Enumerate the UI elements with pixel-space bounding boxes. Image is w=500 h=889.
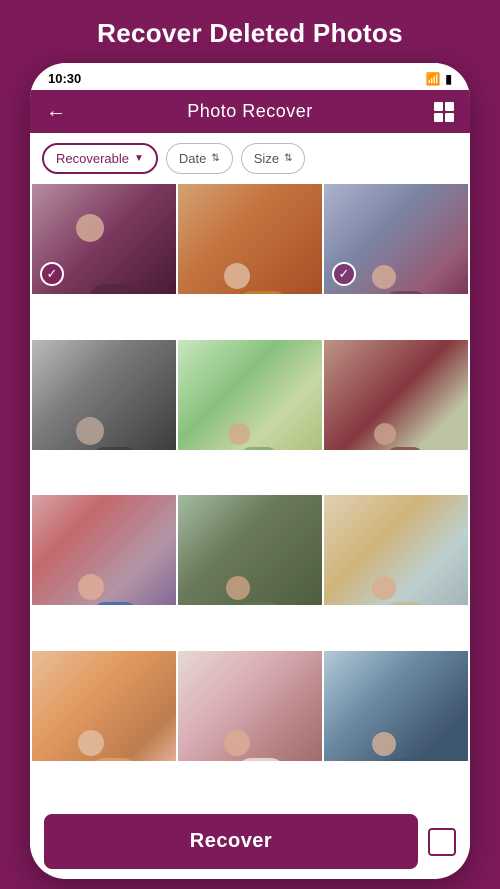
- date-filter[interactable]: Date ⇅: [166, 143, 233, 174]
- filter-bar: Recoverable ▼ Date ⇅ Size ⇅: [30, 133, 470, 184]
- status-time: 10:30: [48, 71, 81, 86]
- sort-icon: ⇅: [211, 153, 219, 164]
- photo-cell[interactable]: [32, 651, 176, 761]
- photo-cell[interactable]: [32, 495, 176, 605]
- sort-size-icon: ⇅: [284, 153, 292, 164]
- status-icons: 📶 ▮: [425, 72, 452, 86]
- photo-cell[interactable]: [178, 495, 322, 605]
- recover-button[interactable]: Recover: [44, 814, 418, 869]
- photo-cell[interactable]: [178, 651, 322, 761]
- photo-cell[interactable]: [324, 340, 468, 450]
- photo-cell[interactable]: ✓: [324, 184, 468, 294]
- photo-grid: ✓ ✓: [30, 184, 470, 804]
- dropdown-arrow-icon: ▼: [134, 153, 144, 164]
- phone-frame: 10:30 📶 ▮ ← Photo Recover Recoverable ▼ …: [30, 63, 470, 879]
- app-bar-title: Photo Recover: [187, 101, 313, 122]
- check-icon: ✓: [40, 262, 64, 286]
- photo-cell[interactable]: [178, 184, 322, 294]
- select-all-checkbox[interactable]: [428, 828, 456, 856]
- recoverable-label: Recoverable: [56, 151, 129, 166]
- photo-cell[interactable]: [178, 340, 322, 450]
- grid-view-icon[interactable]: [434, 102, 454, 122]
- battery-icon: ▮: [445, 72, 452, 86]
- back-button[interactable]: ←: [46, 100, 66, 123]
- page-title: Recover Deleted Photos: [77, 0, 423, 63]
- photo-cell[interactable]: [324, 495, 468, 605]
- wifi-icon: 📶: [425, 72, 440, 86]
- status-bar: 10:30 📶 ▮: [30, 63, 470, 90]
- recoverable-filter[interactable]: Recoverable ▼: [42, 143, 158, 174]
- photo-cell[interactable]: [32, 340, 176, 450]
- bottom-bar: Recover: [30, 804, 470, 879]
- check-icon: ✓: [332, 262, 356, 286]
- size-label: Size: [254, 151, 279, 166]
- photo-cell[interactable]: [324, 651, 468, 761]
- date-label: Date: [179, 151, 206, 166]
- size-filter[interactable]: Size ⇅: [241, 143, 306, 174]
- app-bar: ← Photo Recover: [30, 90, 470, 133]
- photo-cell[interactable]: ✓: [32, 184, 176, 294]
